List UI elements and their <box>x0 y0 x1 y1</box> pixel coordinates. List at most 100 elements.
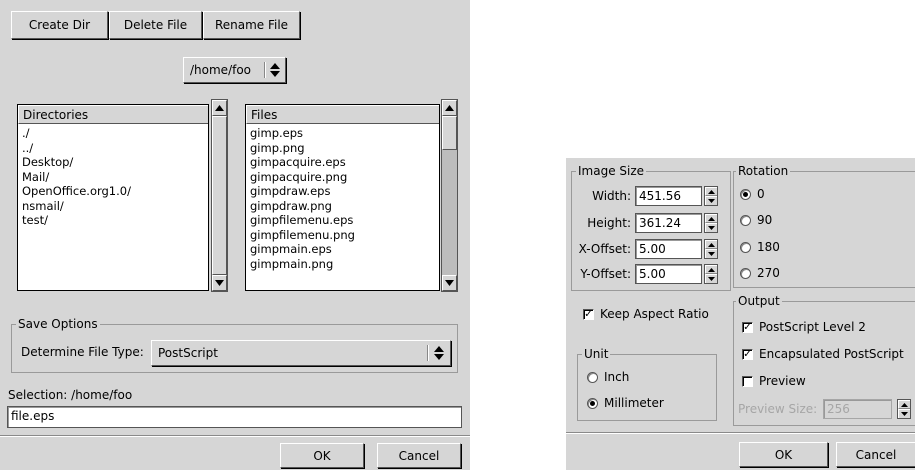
list-item[interactable]: nsmail/ <box>18 199 208 214</box>
scrollbar-thumb[interactable] <box>442 116 457 150</box>
height-input[interactable]: 361.24 <box>635 213 702 233</box>
directories-list[interactable]: Directories ./../Desktop/Mail/OpenOffice… <box>17 104 209 291</box>
rotation-270-radio[interactable] <box>740 268 751 279</box>
spin-down-arrow-icon[interactable] <box>705 274 717 283</box>
directories-scrollbar[interactable] <box>211 99 228 292</box>
updown-arrows-icon <box>270 63 280 77</box>
cancel-button[interactable]: Cancel <box>377 443 461 468</box>
path-option-menu[interactable]: /home/foo <box>183 57 286 83</box>
list-item[interactable]: gimpfilemenu.eps <box>246 213 439 228</box>
list-item[interactable]: gimp.png <box>246 141 439 156</box>
spin-up-arrow-icon[interactable] <box>705 240 717 249</box>
keep-aspect-label[interactable]: Keep Aspect Ratio <box>600 307 709 321</box>
unit-label: Unit <box>582 347 611 361</box>
list-item[interactable]: OpenOffice.org1.0/ <box>18 184 208 199</box>
x-offset-input[interactable]: 5.00 <box>635 239 702 259</box>
rotation-90-label[interactable]: 90 <box>757 213 772 227</box>
files-header[interactable]: Files <box>246 105 439 124</box>
height-spinner[interactable] <box>704 213 718 233</box>
encapsulated-checkbox[interactable]: ✓ <box>742 349 753 360</box>
menu-separator <box>427 345 429 361</box>
postscript-options-dialog: Image Size Width: 451.56 Height: 361.24 … <box>566 158 915 470</box>
list-item[interactable]: gimpdraw.eps <box>246 184 439 199</box>
spin-down-arrow-icon <box>898 409 910 418</box>
list-item[interactable]: gimpdraw.png <box>246 199 439 214</box>
dialog-separator <box>0 435 470 437</box>
spin-down-arrow-icon[interactable] <box>705 196 717 205</box>
scroll-up-arrow-icon[interactable] <box>442 100 457 116</box>
list-item[interactable]: ./ <box>18 126 208 141</box>
directories-header[interactable]: Directories <box>18 105 208 124</box>
rotation-90-radio[interactable] <box>740 215 751 226</box>
rotation-0-label[interactable]: 0 <box>757 187 765 201</box>
file-save-dialog: Create Dir Delete File Rename File /home… <box>0 0 470 470</box>
y-offset-label: Y-Offset: <box>580 267 631 281</box>
list-item[interactable]: gimpmain.png <box>246 257 439 272</box>
list-item[interactable]: gimpmain.eps <box>246 242 439 257</box>
list-item[interactable]: ../ <box>18 141 208 156</box>
spin-up-arrow-icon[interactable] <box>705 187 717 196</box>
unit-inch-radio[interactable] <box>587 372 598 383</box>
rotation-180-label[interactable]: 180 <box>757 240 780 254</box>
preview-label[interactable]: Preview <box>759 374 806 388</box>
list-item[interactable]: test/ <box>18 213 208 228</box>
directories-items: ./../Desktop/Mail/OpenOffice.org1.0/nsma… <box>18 124 208 228</box>
menu-separator <box>264 62 266 78</box>
selection-label: Selection: /home/foo <box>8 388 133 402</box>
preview-checkbox[interactable] <box>742 376 753 387</box>
delete-file-button[interactable]: Delete File <box>109 11 202 39</box>
dialog-separator <box>566 432 915 434</box>
file-type-label: Determine File Type: <box>21 345 144 359</box>
file-type-value: PostScript <box>158 346 218 360</box>
ps-cancel-button[interactable]: Cancel <box>836 442 915 467</box>
rename-file-button[interactable]: Rename File <box>203 11 300 39</box>
height-label: Height: <box>587 216 631 230</box>
unit-frame <box>577 354 717 421</box>
encapsulated-label[interactable]: Encapsulated PostScript <box>759 347 904 361</box>
unit-inch-label[interactable]: Inch <box>604 370 629 384</box>
postscript-level2-label[interactable]: PostScript Level 2 <box>759 320 866 334</box>
unit-millimeter-radio[interactable] <box>587 398 598 409</box>
rotation-0-radio[interactable] <box>740 189 751 200</box>
list-item[interactable]: gimpacquire.png <box>246 170 439 185</box>
list-item[interactable]: gimpfilemenu.png <box>246 228 439 243</box>
list-item[interactable]: Mail/ <box>18 170 208 185</box>
ok-button[interactable]: OK <box>280 443 364 468</box>
rotation-180-radio[interactable] <box>740 242 751 253</box>
list-item[interactable]: gimp.eps <box>246 126 439 141</box>
scroll-down-arrow-icon[interactable] <box>442 275 457 291</box>
width-label: Width: <box>592 189 631 203</box>
spin-down-arrow-icon[interactable] <box>705 223 717 232</box>
file-type-option-menu[interactable]: PostScript <box>151 340 451 366</box>
preview-size-input: 256 <box>823 399 892 419</box>
files-list[interactable]: Files gimp.eps gimp.png gimpacquire.eps gim… <box>245 104 440 291</box>
scrollbar-thumb[interactable] <box>212 116 227 275</box>
width-input[interactable]: 451.56 <box>635 186 702 206</box>
postscript-level2-checkbox[interactable]: ✓ <box>742 322 753 333</box>
spin-down-arrow-icon[interactable] <box>705 249 717 258</box>
preview-size-label: Preview Size: <box>738 402 818 416</box>
output-label: Output <box>736 294 782 308</box>
scroll-up-arrow-icon[interactable] <box>212 100 227 116</box>
selection-input[interactable]: file.eps <box>7 406 462 428</box>
ps-ok-button[interactable]: OK <box>739 442 828 467</box>
create-dir-button[interactable]: Create Dir <box>11 11 108 39</box>
unit-millimeter-label[interactable]: Millimeter <box>604 396 664 410</box>
width-spinner[interactable] <box>704 186 718 206</box>
save-options-label: Save Options <box>16 317 100 331</box>
y-offset-spinner[interactable] <box>704 264 718 284</box>
y-offset-input[interactable]: 5.00 <box>635 264 702 284</box>
x-offset-spinner[interactable] <box>704 239 718 259</box>
keep-aspect-checkbox[interactable]: ✓ <box>583 309 594 320</box>
spin-up-arrow-icon <box>898 400 910 409</box>
scroll-down-arrow-icon[interactable] <box>212 275 227 291</box>
spin-up-arrow-icon[interactable] <box>705 265 717 274</box>
files-scrollbar[interactable] <box>441 99 458 292</box>
image-size-label: Image Size <box>576 164 647 178</box>
list-item[interactable]: Desktop/ <box>18 155 208 170</box>
rotation-270-label[interactable]: 270 <box>757 266 780 280</box>
x-offset-label: X-Offset: <box>578 242 631 256</box>
spin-up-arrow-icon[interactable] <box>705 214 717 223</box>
list-item[interactable]: gimpacquire.eps <box>246 155 439 170</box>
rotation-label: Rotation <box>736 164 791 178</box>
